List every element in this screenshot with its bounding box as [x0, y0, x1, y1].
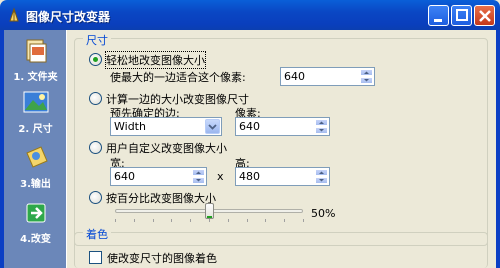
resize-custom-radio[interactable] — [89, 141, 102, 154]
step-change[interactable]: 4.改变 — [4, 198, 67, 245]
width-input[interactable]: 640 — [110, 167, 207, 186]
window-title: 图像尺寸改变器 — [26, 10, 111, 24]
slider-tick — [152, 219, 154, 222]
resize-custom-label[interactable]: 用户自定义改变图像大小 — [106, 140, 227, 156]
step-folder[interactable]: 1. 文件夹 — [4, 36, 67, 83]
folder-image-icon — [26, 39, 46, 63]
content-panel: 尺寸 轻松地改变图像大小 使最大的一边适合这个像素: 640 计算一边的大小改变… — [68, 30, 496, 268]
spin-down-icon[interactable] — [315, 127, 328, 134]
slider-tick — [265, 219, 267, 222]
close-icon — [479, 10, 491, 22]
slider-tick — [171, 219, 173, 222]
slider-tick — [133, 219, 135, 222]
longest-side-label: 使最大的一边适合这个像素: — [110, 71, 246, 84]
resize-easy-radio[interactable] — [89, 53, 102, 66]
longest-side-value: 640 — [284, 70, 305, 83]
longest-side-input[interactable]: 640 — [280, 67, 375, 86]
slider-tick — [209, 219, 210, 222]
size-group-title: 尺寸 — [83, 32, 111, 48]
close-button[interactable] — [474, 5, 495, 26]
step-label: 2. 尺寸 — [18, 124, 53, 135]
minimize-button[interactable] — [428, 5, 449, 26]
step-label: 4.改变 — [20, 234, 51, 245]
resize-calculate-radio[interactable] — [89, 92, 102, 105]
resize-percent-radio[interactable] — [89, 191, 102, 204]
predefined-side-value: Width — [114, 120, 146, 133]
predefined-side-select[interactable]: Width — [110, 117, 222, 136]
spin-up-icon[interactable] — [315, 169, 328, 176]
pixel-value: 640 — [239, 120, 260, 133]
maximize-icon — [456, 9, 468, 21]
spin-down-icon[interactable] — [360, 77, 373, 84]
slider-tick — [190, 219, 192, 222]
height-input[interactable]: 480 — [235, 167, 330, 186]
minimize-icon — [434, 19, 442, 22]
width-value: 640 — [114, 170, 135, 183]
pen-app-icon — [9, 7, 19, 22]
percent-slider-thumb[interactable] — [204, 203, 214, 219]
color-group: 着色 使改变尺寸的图像着色 — [74, 226, 488, 268]
picture-resize-icon — [23, 91, 48, 113]
output-folder-icon — [25, 146, 48, 168]
wizard-sidebar: 1. 文件夹 2. 尺寸 3.输出 4.改变 — [4, 30, 67, 268]
colorize-label[interactable]: 使改变尺寸的图像着色 — [107, 250, 217, 266]
colorize-checkbox[interactable] — [89, 251, 102, 264]
spin-down-icon[interactable] — [192, 177, 205, 184]
pixel-input[interactable]: 640 — [235, 117, 330, 136]
color-group-title: 着色 — [83, 226, 111, 242]
slider-tick — [303, 219, 304, 222]
height-value: 480 — [239, 170, 260, 183]
times-sign: x — [217, 170, 224, 183]
spin-down-icon[interactable] — [315, 177, 328, 184]
slider-tick — [284, 219, 286, 222]
chevron-down-icon[interactable] — [205, 119, 220, 134]
step-label: 3.输出 — [20, 179, 51, 190]
step-output[interactable]: 3.输出 — [4, 143, 67, 190]
green-arrow-icon — [26, 203, 45, 223]
resize-percent-label[interactable]: 按百分比改变图像大小 — [106, 190, 216, 206]
maximize-button[interactable] — [451, 5, 472, 26]
resize-easy-label[interactable]: 轻松地改变图像大小 — [105, 51, 206, 69]
step-size[interactable]: 2. 尺寸 — [4, 88, 67, 135]
size-group: 尺寸 轻松地改变图像大小 使最大的一边适合这个像素: 640 计算一边的大小改变… — [74, 32, 488, 246]
spin-up-icon[interactable] — [192, 169, 205, 176]
slider-tick — [115, 219, 116, 222]
spin-up-icon[interactable] — [360, 69, 373, 76]
percent-value: 50% — [311, 207, 336, 220]
slider-tick — [246, 219, 248, 222]
spin-up-icon[interactable] — [315, 119, 328, 126]
slider-tick — [227, 219, 229, 222]
title-bar[interactable]: 图像尺寸改变器 — [0, 0, 500, 30]
step-label: 1. 文件夹 — [13, 72, 58, 83]
window-frame-right — [496, 30, 500, 268]
